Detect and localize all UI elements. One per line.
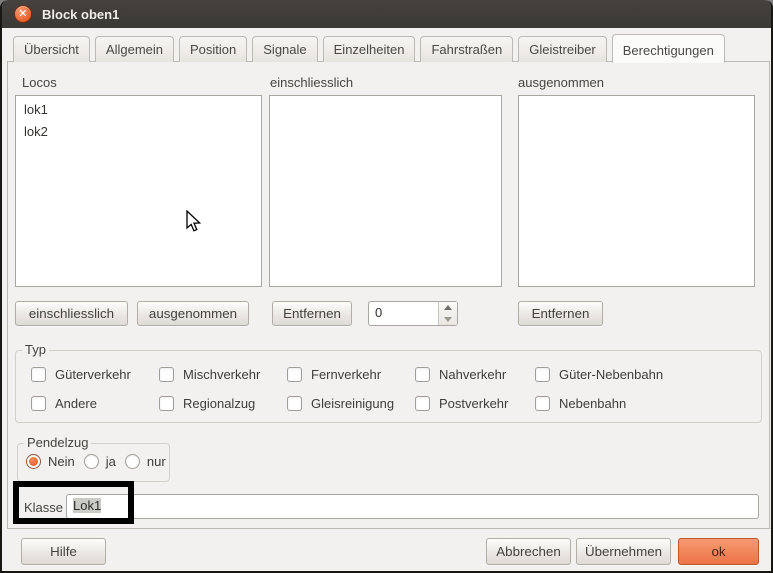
entfernen-exclude-button[interactable]: Entfernen <box>518 301 603 326</box>
window-title: Block oben1 <box>42 7 119 22</box>
checkbox-label: Mischverkehr <box>183 367 260 382</box>
checkbox-fernverkehr[interactable]: Fernverkehr <box>287 367 415 382</box>
radio-icon[interactable] <box>26 454 41 469</box>
checkbox-label: Gleisreinigung <box>311 396 394 411</box>
checkbox-nahverkehr[interactable]: Nahverkehr <box>415 367 535 382</box>
checkbox-icon[interactable] <box>159 396 174 411</box>
spinner-down-button[interactable] <box>439 314 457 326</box>
list-item[interactable]: lok1 <box>16 99 261 121</box>
tab-position[interactable]: Position <box>179 36 247 62</box>
checkbox-icon[interactable] <box>31 367 46 382</box>
radio-icon[interactable] <box>84 454 99 469</box>
checkbox-icon[interactable] <box>287 367 302 382</box>
checkbox-icon[interactable] <box>535 367 550 382</box>
typ-frame-label: Typ <box>22 342 49 357</box>
radio-nur[interactable]: nur <box>125 454 166 469</box>
checkbox-mischverkehr[interactable]: Mischverkehr <box>159 367 287 382</box>
chevron-down-icon <box>444 317 452 322</box>
tab-fahrstrassen[interactable]: Fahrstraßen <box>420 36 513 62</box>
tab-bar: Übersicht Allgemein Position Signale Ein… <box>13 33 725 62</box>
uebernehmen-button[interactable]: Übernehmen <box>576 538 671 565</box>
einschliesslich-button[interactable]: einschliesslich <box>15 301 128 326</box>
einschliesslich-label: einschliesslich <box>270 75 353 90</box>
pendelzug-frame: Pendelzug Nein ja nur <box>17 443 170 482</box>
checkbox-icon[interactable] <box>31 396 46 411</box>
abbrechen-button[interactable]: Abbrechen <box>486 538 571 565</box>
checkbox-icon[interactable] <box>415 367 430 382</box>
ausgenommen-label: ausgenommen <box>518 75 604 90</box>
radio-ja[interactable]: ja <box>84 454 116 469</box>
ausgenommen-list[interactable] <box>518 95 755 287</box>
entfernen-include-button[interactable]: Entfernen <box>272 301 352 326</box>
checkbox-postverkehr[interactable]: Postverkehr <box>415 396 535 411</box>
spinner-value[interactable]: 0 <box>369 302 438 325</box>
radio-icon[interactable] <box>125 454 140 469</box>
checkbox-gueter-nebenbahn[interactable]: Güter-Nebenbahn <box>535 367 761 382</box>
list-item[interactable]: lok2 <box>16 121 261 143</box>
checkbox-label: Güterverkehr <box>55 367 131 382</box>
locos-label: Locos <box>22 75 57 90</box>
einschliesslich-list[interactable] <box>269 95 502 287</box>
typ-checkbox-grid: Güterverkehr Mischverkehr Fernverkehr Na… <box>16 351 761 411</box>
hilfe-button[interactable]: Hilfe <box>21 538 106 565</box>
checkbox-icon[interactable] <box>287 396 302 411</box>
radio-label: Nein <box>48 454 75 469</box>
checkbox-andere[interactable]: Andere <box>31 396 159 411</box>
tab-einzelheiten[interactable]: Einzelheiten <box>323 36 416 62</box>
ausgenommen-button[interactable]: ausgenommen <box>137 301 249 326</box>
checkbox-gueterverkehr[interactable]: Güterverkehr <box>31 367 159 382</box>
tab-gleistreiber[interactable]: Gleistreiber <box>518 36 606 62</box>
checkbox-nebenbahn[interactable]: Nebenbahn <box>535 396 761 411</box>
checkbox-icon[interactable] <box>159 367 174 382</box>
tab-allgemein[interactable]: Allgemein <box>95 36 174 62</box>
close-icon[interactable]: ✕ <box>14 5 32 23</box>
radio-label: nur <box>147 454 166 469</box>
typ-frame: Typ Güterverkehr Mischverkehr Fernverkeh… <box>15 350 762 423</box>
checkbox-label: Nahverkehr <box>439 367 506 382</box>
tab-uebersicht[interactable]: Übersicht <box>13 36 90 62</box>
checkbox-icon[interactable] <box>415 396 430 411</box>
pendelzug-frame-label: Pendelzug <box>24 435 91 450</box>
locos-list[interactable]: lok1 lok2 <box>15 95 262 287</box>
checkbox-label: Postverkehr <box>439 396 508 411</box>
count-spinner[interactable]: 0 <box>368 301 458 326</box>
klasse-input-value: Lok1 <box>73 498 101 513</box>
checkbox-icon[interactable] <box>535 396 550 411</box>
tab-berechtigungen[interactable]: Berechtigungen <box>612 34 725 63</box>
ok-button[interactable]: ok <box>678 538 759 565</box>
checkbox-gleisreinigung[interactable]: Gleisreinigung <box>287 396 415 411</box>
tab-signale[interactable]: Signale <box>252 36 317 62</box>
dialog-window: ✕ Block oben1 Übersicht Allgemein Positi… <box>0 0 773 573</box>
checkbox-label: Andere <box>55 396 97 411</box>
checkbox-label: Güter-Nebenbahn <box>559 367 663 382</box>
checkbox-label: Fernverkehr <box>311 367 381 382</box>
checkbox-regionalzug[interactable]: Regionalzug <box>159 396 287 411</box>
spinner-buttons <box>438 302 457 325</box>
checkbox-label: Regionalzug <box>183 396 255 411</box>
titlebar: ✕ Block oben1 <box>2 0 771 28</box>
checkbox-label: Nebenbahn <box>559 396 626 411</box>
chevron-up-icon <box>444 305 452 310</box>
klasse-label: Klasse <box>24 500 63 515</box>
klasse-input[interactable]: Lok1 <box>66 494 759 519</box>
spinner-up-button[interactable] <box>439 302 457 314</box>
radio-label: ja <box>106 454 116 469</box>
radio-nein[interactable]: Nein <box>26 454 75 469</box>
